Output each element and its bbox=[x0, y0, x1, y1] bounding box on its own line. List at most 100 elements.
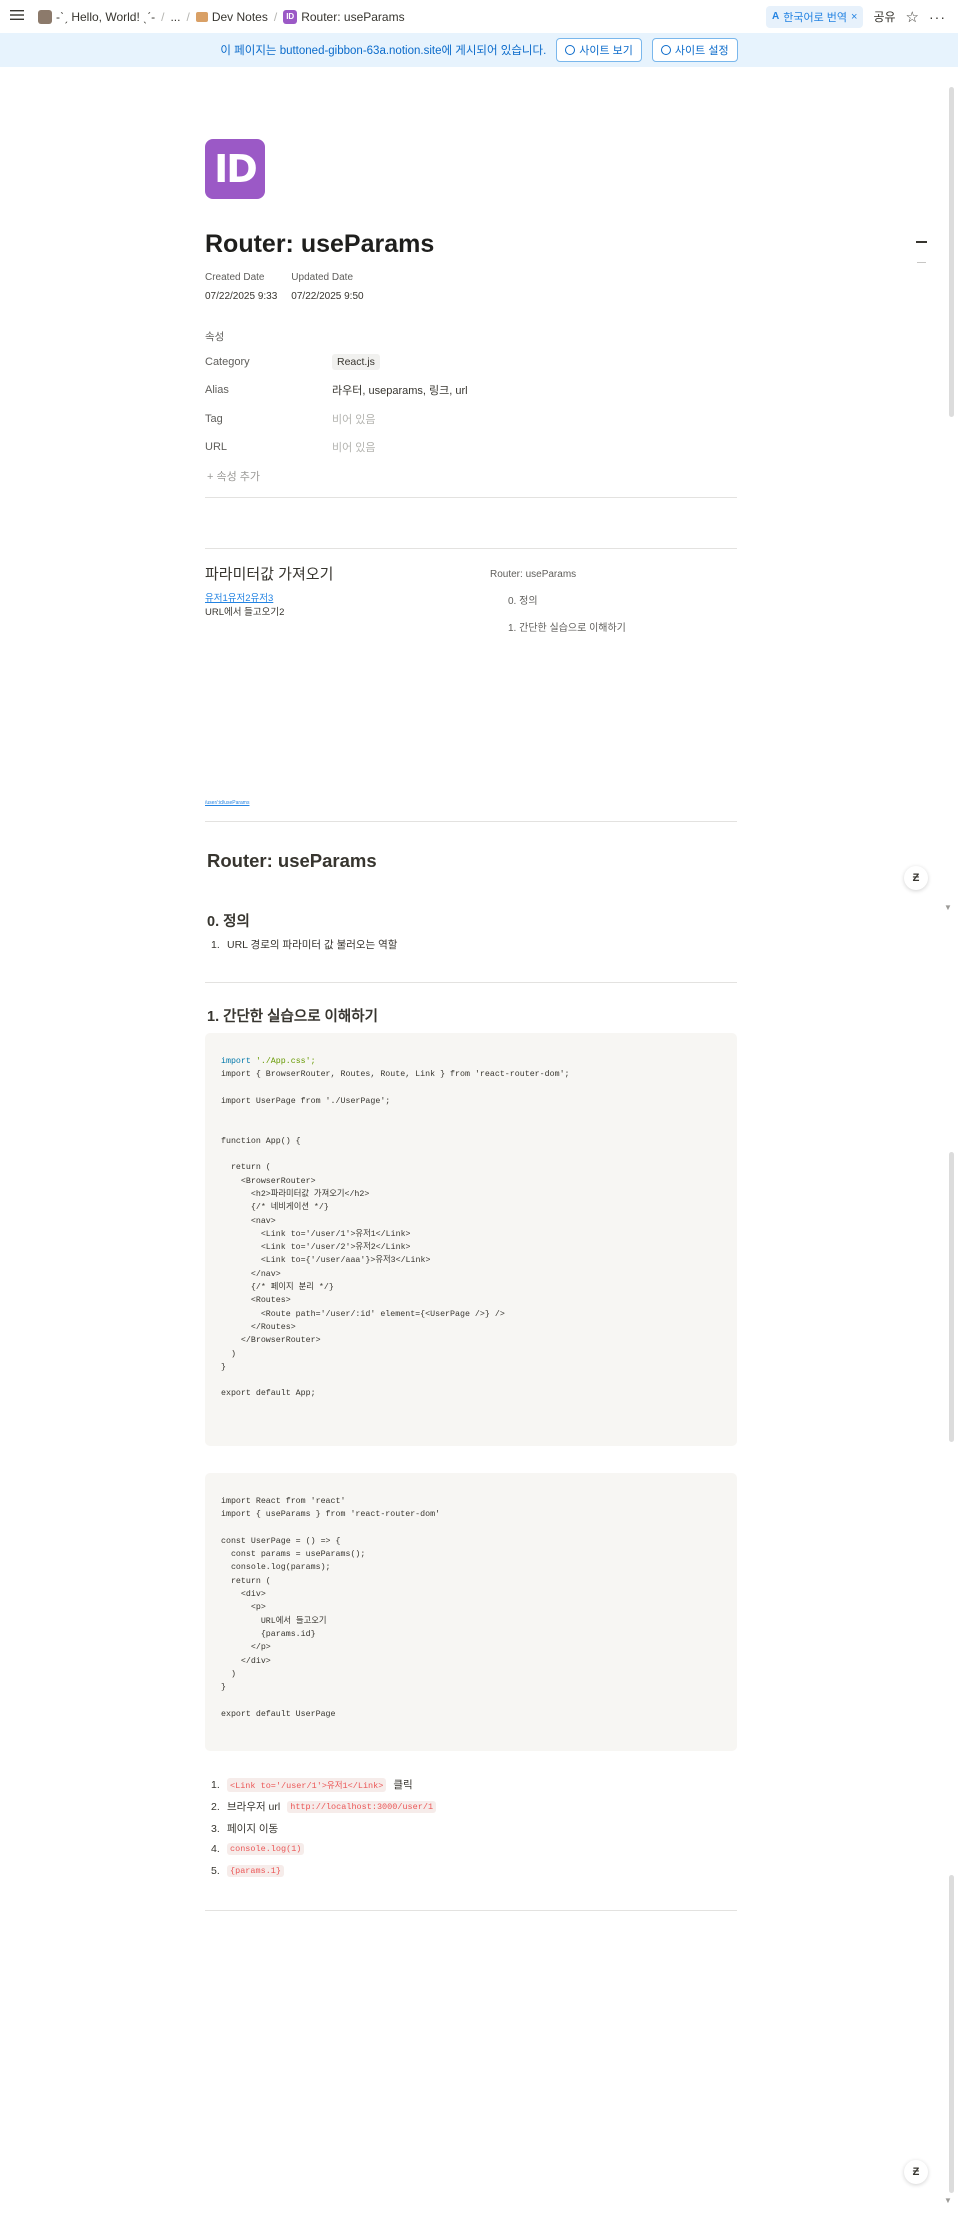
page-id-icon[interactable]: ID bbox=[205, 139, 265, 199]
breadcrumb-label: Router: useParams bbox=[301, 9, 405, 24]
toc-indicator[interactable] bbox=[916, 241, 927, 243]
code-line: {/* 페이지 분리 */} bbox=[221, 1283, 334, 1293]
list-number: 5. bbox=[211, 1865, 220, 1877]
breadcrumb-ellipsis[interactable]: ... bbox=[166, 10, 184, 24]
code-line: </BrowserRouter> bbox=[221, 1336, 321, 1346]
list-item-text: 페이지 이동 bbox=[227, 1823, 279, 1835]
scrollbar-thumb[interactable] bbox=[949, 1875, 954, 2193]
code-line: import './App.css'; bbox=[221, 1057, 316, 1066]
page-title: Router: useParams bbox=[205, 230, 435, 258]
code-line: <Link to='/user/1'>유저1</Link> bbox=[221, 1229, 411, 1239]
code-line: const params = useParams(); bbox=[221, 1550, 366, 1560]
toc-indicator[interactable] bbox=[917, 262, 926, 263]
code-line: return ( bbox=[221, 1576, 271, 1586]
toc-item[interactable]: Router: useParams bbox=[490, 569, 626, 580]
created-date-value: 07/22/2025 9:33 bbox=[205, 291, 278, 302]
code-line: <div> bbox=[221, 1590, 266, 1600]
list-item: 5. {params.1} bbox=[211, 1865, 285, 1877]
translate-label: 한국어로 번역 bbox=[783, 11, 848, 24]
site-settings-button[interactable]: 사이트 설정 bbox=[651, 38, 738, 62]
list-number: 3. bbox=[211, 1822, 220, 1835]
property-category[interactable]: Category React.js bbox=[205, 354, 380, 370]
list-number: 1. bbox=[211, 938, 220, 951]
page-id-icon: ID bbox=[283, 9, 298, 24]
heading-definition: 0. 정의 bbox=[207, 914, 250, 930]
property-alias[interactable]: Alias 라우터, useparams, 링크, url bbox=[205, 382, 468, 398]
code-line: import UserPage from './UserPage'; bbox=[221, 1096, 391, 1106]
scrollbar-thumb[interactable] bbox=[949, 87, 954, 417]
code-line: <Route path='/user/:id' element={<UserPa… bbox=[221, 1309, 505, 1319]
menu-icon[interactable] bbox=[10, 9, 26, 24]
code-line: <Link to='/user/2'>유저2</Link> bbox=[221, 1243, 411, 1253]
code-line: ) bbox=[221, 1669, 236, 1679]
toc-item[interactable]: 0. 정의 bbox=[490, 592, 626, 607]
code-line: </div> bbox=[221, 1656, 271, 1666]
share-button[interactable]: 공유 bbox=[873, 8, 895, 25]
translate-icon: A bbox=[772, 11, 780, 22]
list-number: 1. bbox=[211, 1778, 220, 1791]
chevron-down-icon[interactable]: ▼ bbox=[944, 2196, 952, 2205]
toc-item[interactable]: 1. 간단한 실습으로 이해하기 bbox=[490, 619, 626, 634]
code-line: } bbox=[221, 1362, 226, 1372]
property-key: Category bbox=[205, 356, 250, 368]
updated-date-value: 07/22/2025 9:50 bbox=[291, 291, 364, 302]
list-number: 4. bbox=[211, 1843, 220, 1855]
property-tag[interactable]: Tag 비어 있음 bbox=[205, 411, 376, 427]
code-line: <Link to={'/user/aaa'}>유저3</Link> bbox=[221, 1256, 431, 1266]
list-item-text: 클릭 bbox=[393, 1779, 413, 1791]
code-block-userpage[interactable]: import React from 'react' import { usePa… bbox=[205, 1473, 737, 1751]
view-site-button[interactable]: 사이트 보기 bbox=[556, 38, 642, 62]
property-value: React.js bbox=[332, 354, 380, 370]
code-line: } bbox=[221, 1683, 226, 1693]
breadcrumb-dev-notes[interactable]: Dev Notes bbox=[192, 10, 272, 24]
page-dates: Created Date 07/22/2025 9:33 Updated Dat… bbox=[205, 272, 364, 302]
close-icon[interactable]: × bbox=[851, 11, 857, 23]
code-block-app[interactable]: import './App.css'; import { BrowserRout… bbox=[205, 1033, 737, 1446]
site-settings-label: 사이트 설정 bbox=[674, 45, 729, 57]
property-url[interactable]: URL 비어 있음 bbox=[205, 439, 376, 455]
code-line: <nav> bbox=[221, 1216, 276, 1226]
ai-assistant-icon[interactable]: Ƶ bbox=[904, 866, 928, 890]
code-line: function App() { bbox=[221, 1136, 301, 1146]
workspace-avatar-icon bbox=[38, 9, 52, 24]
code-line: export default App; bbox=[221, 1389, 316, 1399]
user-links[interactable]: 유저1유저2유저3 bbox=[205, 590, 273, 604]
divider bbox=[205, 497, 737, 498]
updated-date-label: Updated Date bbox=[291, 272, 354, 283]
code-line: import { useParams } from 'react-router-… bbox=[221, 1510, 441, 1520]
code-line: console.log(params); bbox=[221, 1563, 331, 1573]
code-line: <BrowserRouter> bbox=[221, 1176, 316, 1186]
chevron-down-icon[interactable]: ▼ bbox=[944, 903, 952, 912]
tiny-link[interactable]: /user/:id/useParams bbox=[205, 800, 249, 806]
ai-assistant-icon[interactable]: Ƶ bbox=[904, 2160, 928, 2184]
translate-button[interactable]: A 한국어로 번역 × bbox=[766, 5, 864, 28]
breadcrumb-current-page[interactable]: ID Router: useParams bbox=[279, 9, 408, 24]
breadcrumb-workspace[interactable]: -ˋˏ Hello, World! ˎˊ- bbox=[34, 9, 159, 24]
breadcrumb-separator: / bbox=[273, 9, 278, 24]
inline-code: console.log(1) bbox=[227, 1843, 305, 1855]
heading-practice: 1. 간단한 실습으로 이해하기 bbox=[207, 1009, 378, 1025]
synced-heading: 파라미터값 가져오기 bbox=[205, 566, 334, 583]
property-value: 비어 있음 bbox=[332, 414, 376, 426]
scrollbar-thumb[interactable] bbox=[949, 1152, 954, 1442]
code-line: {params.id} bbox=[221, 1629, 316, 1639]
view-site-label: 사이트 보기 bbox=[579, 45, 633, 57]
breadcrumb-label: -ˋˏ Hello, World! ˎˊ- bbox=[56, 9, 156, 24]
top-bar: -ˋˏ Hello, World! ˎˊ- / ... / Dev Notes … bbox=[0, 0, 958, 33]
globe-icon bbox=[565, 45, 576, 55]
scrollbar[interactable] bbox=[944, 67, 958, 2214]
synced-text: URL에서 들고오기2 bbox=[205, 607, 285, 618]
add-property-button[interactable]: + 속성 추가 bbox=[207, 468, 260, 484]
code-line: </Routes> bbox=[221, 1322, 296, 1332]
more-icon[interactable]: ··· bbox=[929, 9, 946, 25]
inline-code: {params.1} bbox=[227, 1865, 285, 1877]
code-line: import React from 'react' bbox=[221, 1497, 346, 1506]
code-line: <Routes> bbox=[221, 1296, 291, 1306]
star-icon[interactable]: ☆ bbox=[906, 8, 919, 26]
code-line: </p> bbox=[221, 1643, 271, 1653]
code-line: ) bbox=[221, 1349, 236, 1359]
